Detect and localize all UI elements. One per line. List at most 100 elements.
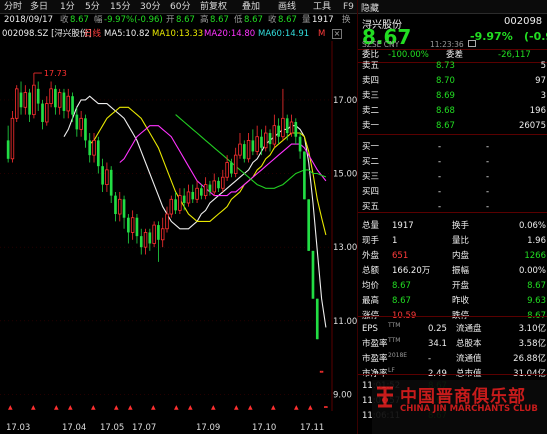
candle (307, 199, 311, 251)
candle-body (230, 162, 233, 174)
candle-body (15, 88, 19, 119)
indicator-menu-badge[interactable]: M (318, 28, 325, 41)
candle-body (122, 199, 126, 218)
candle (294, 118, 298, 145)
candle (105, 162, 109, 192)
candle-body (246, 140, 251, 160)
candle-body (143, 232, 148, 248)
candle-body (311, 250, 315, 299)
candle (277, 118, 280, 145)
draw-line-button[interactable]: 画线 (278, 1, 296, 13)
f9-button[interactable]: F9 (343, 1, 354, 13)
fund-superscript: TTM (388, 322, 401, 329)
stat-value: 0.06% (518, 221, 546, 231)
candle (130, 210, 135, 240)
stat-value: 9.63 (527, 296, 546, 306)
candle-body (242, 144, 246, 159)
candle (36, 81, 40, 111)
volume-value: 1917 (312, 15, 334, 25)
tab-60min[interactable]: 60分 (170, 1, 190, 13)
bar-date: 2018/09/17 (4, 15, 53, 25)
candle-body (260, 136, 263, 148)
candle-body (28, 92, 31, 115)
candle-body (191, 191, 195, 200)
event-marker: ▲ (188, 404, 193, 411)
kline-chart[interactable]: 17.0015.0013.0011.009.00 17.738.67 →▲▲▲▲… (0, 41, 357, 411)
tab-intraday[interactable]: 分时 (4, 1, 22, 13)
candle (49, 81, 53, 108)
candle-body (160, 228, 165, 241)
candle (246, 133, 251, 163)
hide-panel-button[interactable]: 隐藏 (361, 1, 379, 14)
candle-body (32, 84, 36, 116)
ask-volume: 26075 (518, 121, 546, 131)
high-label: 高 (200, 15, 209, 25)
stat-label: 换手 (452, 221, 470, 231)
stat-label: 均价 (362, 281, 380, 291)
ask-level-row: 卖三 8.69 3 (358, 89, 547, 103)
tab-15min[interactable]: 15分 (110, 1, 130, 13)
event-marker: ▲ (151, 404, 156, 411)
candle-body (315, 298, 319, 340)
candle-body (264, 132, 268, 149)
stat-value: 1266 (524, 251, 546, 261)
candle (122, 195, 126, 229)
stats-row: 均价 8.67 开盘 8.67 (358, 279, 547, 293)
candle-body (281, 117, 285, 138)
y-tick-label: 11.00 (333, 317, 357, 327)
candle-body (307, 199, 311, 251)
candle (143, 228, 148, 255)
candle-body (208, 184, 212, 192)
bid-price: - (438, 142, 442, 152)
candle-body (289, 121, 294, 134)
forward-adjust-button[interactable]: 前复权 (200, 1, 227, 13)
tab-1min[interactable]: 1分 (60, 1, 75, 13)
tab-30min[interactable]: 30分 (140, 1, 160, 13)
tab-5min[interactable]: 5分 (85, 1, 100, 13)
candle-body (186, 191, 191, 204)
event-marker: ▲ (114, 404, 119, 411)
bid-volume: - (486, 187, 490, 197)
tab-multi-day[interactable]: 多日 (30, 1, 48, 13)
candle-body (148, 232, 152, 244)
candle (315, 298, 319, 340)
bid-label: 买四 (362, 187, 380, 197)
chart-mini-icon (468, 40, 476, 47)
candle (242, 140, 246, 163)
candle (233, 147, 238, 178)
event-marker: ▲ (294, 404, 299, 411)
close-icon[interactable]: × (332, 29, 342, 39)
ask-volume: 97 (535, 76, 546, 86)
open-value: 8.67 (176, 15, 195, 25)
ask-label: 卖四 (362, 76, 380, 86)
change-label: 幅 (94, 15, 103, 25)
candle (101, 158, 104, 192)
candle (19, 81, 23, 115)
ask-price: 8.70 (436, 76, 455, 86)
stat-label: 总量 (362, 221, 380, 231)
candle (174, 191, 177, 215)
candle-body (298, 136, 302, 152)
change-value: -9.97%(-0.96) (104, 15, 163, 25)
ask-volume: 3 (540, 91, 546, 101)
candle-body (45, 103, 49, 123)
stat-value: 8.67 (392, 296, 411, 306)
overlay-button[interactable]: 叠加 (242, 1, 260, 13)
candle-body (165, 213, 169, 230)
fund-label: EPS (362, 324, 378, 334)
fund-value: 3.10亿 (518, 324, 546, 334)
candle (186, 184, 191, 207)
candle-body (139, 236, 143, 248)
event-marker: ▲ (68, 404, 73, 411)
candle (268, 129, 272, 152)
open-label: 开 (166, 15, 175, 25)
stat-value: 651 (392, 251, 409, 261)
bid-price: - (438, 157, 442, 167)
candle-body (62, 92, 66, 111)
tools-button[interactable]: 工具 (313, 1, 331, 13)
event-marker: ▲ (211, 404, 216, 411)
candle-body (238, 143, 242, 156)
bid-label: 买一 (362, 142, 380, 152)
stat-label: 开盘 (452, 281, 470, 291)
candle (62, 88, 66, 119)
